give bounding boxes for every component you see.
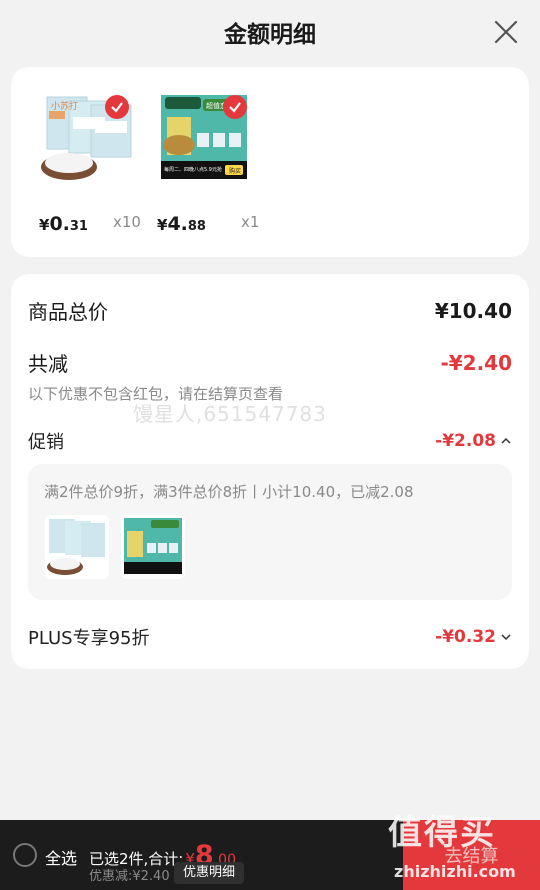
snack-set-thumb xyxy=(121,515,185,579)
price-details-card: 商品总价 ¥10.40 共减 -¥2.40 以下优惠不包含红包，请在结算页查看 … xyxy=(11,274,529,669)
cta-text: 购买 xyxy=(229,168,242,175)
total-value: ¥10.40 xyxy=(434,298,512,323)
plus-row[interactable]: PLUS专享95折 -¥0.32 xyxy=(28,624,512,650)
page-title: 金额明细 xyxy=(224,22,316,48)
promo-detail-box: 满2件总价9折，满3件总价8折丨小计10.40，已减2.08 xyxy=(28,464,512,600)
saved-amount: 优惠减:¥2.40 xyxy=(89,869,170,884)
price-dec: 88 xyxy=(187,219,206,234)
promo-value-wrap[interactable]: -¥2.08 xyxy=(435,431,512,451)
price-dec: 31 xyxy=(69,219,88,234)
checked-icon[interactable] xyxy=(223,95,247,119)
reduce-value: -¥2.40 xyxy=(440,350,512,375)
total-label: 商品总价 xyxy=(28,300,108,324)
chevron-up-icon[interactable] xyxy=(500,436,512,446)
promo-value: -¥2.08 xyxy=(435,431,496,451)
checked-icon[interactable] xyxy=(105,95,129,119)
product-item-snack-set[interactable]: 超值恋爱日 每周二、四晚八点5.9元抢 购买 xyxy=(157,91,253,187)
product-image[interactable]: 超值恋爱日 每周二、四晚八点5.9元抢 购买 xyxy=(157,91,253,187)
promo-product-thumb xyxy=(121,515,185,579)
header: 金额明细 xyxy=(0,0,540,64)
plus-label: PLUS专享95折 xyxy=(28,628,150,649)
footer-text: 每周二、四晚八点5.9元抢 xyxy=(164,167,222,173)
products-card: 小苏打 ¥ 0. 31 x10 每周二、四晚八点5.9元抢 购买 ¥ 4. 88… xyxy=(11,67,529,257)
promo-description: 满2件总价9折，满3件总价8折丨小计10.40，已减2.08 xyxy=(44,483,414,501)
price-int: 0. xyxy=(49,213,70,235)
brand-watermark: 值得买 xyxy=(388,813,496,853)
price-yen: ¥ xyxy=(157,216,168,234)
reduce-row: 共减 -¥2.40 xyxy=(28,348,512,377)
total-row: 商品总价 ¥10.40 xyxy=(28,296,512,325)
price-yen: ¥ xyxy=(39,216,50,234)
promo-label: 促销 xyxy=(28,432,64,453)
plus-value: -¥0.32 xyxy=(435,627,496,647)
plus-value-wrap[interactable]: -¥0.32 xyxy=(435,627,512,647)
user-watermark: 馒星人,651547783 xyxy=(133,402,327,426)
promo-row[interactable]: 促销 -¥2.08 xyxy=(28,428,512,454)
promo-product-thumb xyxy=(45,515,109,579)
quantity: x1 xyxy=(241,213,260,231)
product-item-baking-soda[interactable]: 小苏打 xyxy=(39,91,135,187)
baking-soda-thumb xyxy=(45,515,109,579)
product-image[interactable]: 小苏打 xyxy=(39,91,135,187)
select-all-radio[interactable] xyxy=(13,843,37,867)
discount-detail-button[interactable]: 优惠明细 xyxy=(174,862,244,884)
pack-text: 小苏打 xyxy=(51,102,79,112)
chevron-down-icon[interactable] xyxy=(500,632,512,642)
reduce-label: 共减 xyxy=(28,352,68,376)
quantity: x10 xyxy=(113,213,141,231)
select-all-label[interactable]: 全选 xyxy=(45,845,77,869)
close-icon[interactable] xyxy=(492,18,520,46)
brand-watermark-url: zhizhizhi.com xyxy=(394,862,516,881)
price-int: 4. xyxy=(167,213,188,235)
